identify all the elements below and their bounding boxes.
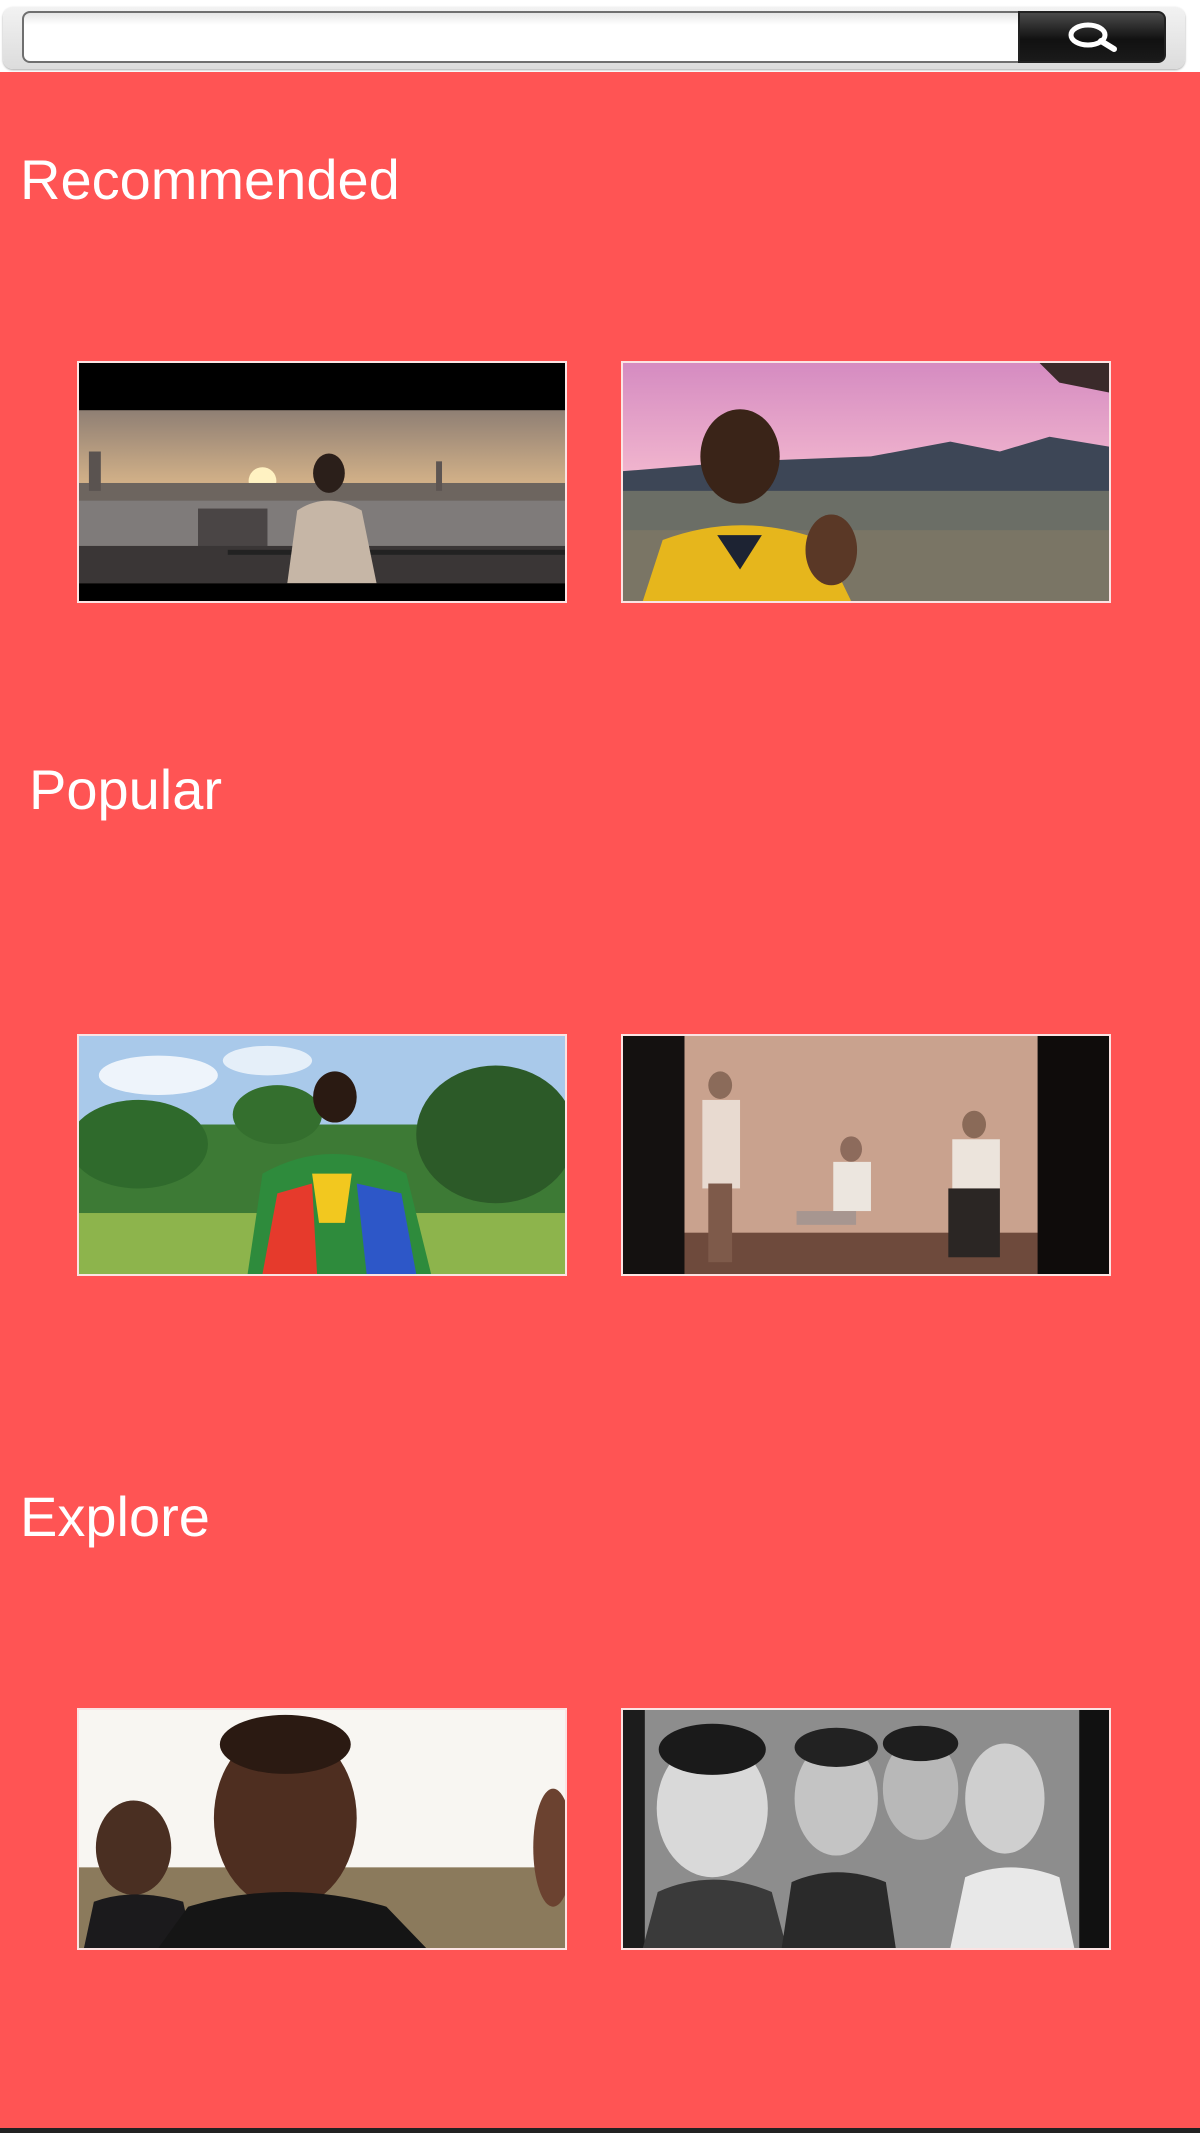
video-thumbnail-tropical-field — [79, 1036, 565, 1274]
search-bar — [0, 0, 1200, 72]
section-title-popular: Popular — [29, 758, 223, 821]
video-thumbnail[interactable] — [621, 361, 1111, 603]
section-title-explore: Explore — [20, 1485, 210, 1548]
search-button[interactable] — [1018, 11, 1166, 63]
search-input[interactable] — [22, 11, 1020, 63]
video-thumbnail[interactable] — [77, 1708, 567, 1950]
section-title-recommended: Recommended — [20, 148, 400, 211]
search-icon — [1068, 22, 1117, 52]
content-area: Recommended Popular Explore — [0, 72, 1200, 2133]
video-thumbnail-two-men-portrait — [79, 1710, 565, 1948]
video-thumbnail-desert-sunset — [623, 363, 1109, 601]
video-thumbnail[interactable] — [621, 1708, 1111, 1950]
video-thumbnail[interactable] — [77, 1034, 567, 1276]
video-thumbnail[interactable] — [621, 1034, 1111, 1276]
video-thumbnail-bw-band-photo — [623, 1710, 1109, 1948]
video-thumbnail-skyline-sunset — [79, 363, 565, 601]
app-screen: Recommended Popular Explore — [0, 0, 1200, 2133]
video-thumbnail[interactable] — [77, 361, 567, 603]
video-thumbnail-room-group — [623, 1036, 1109, 1274]
bottom-edge — [0, 2128, 1200, 2133]
